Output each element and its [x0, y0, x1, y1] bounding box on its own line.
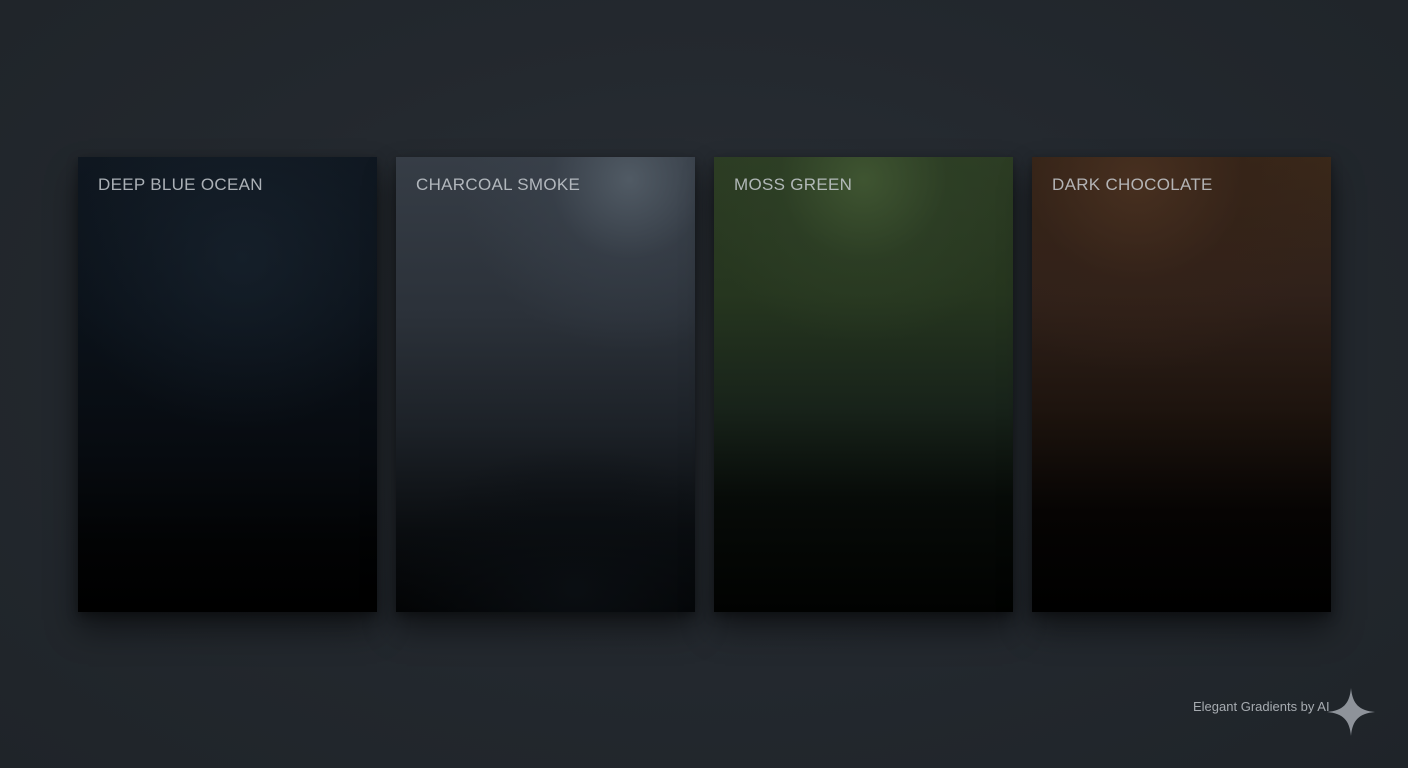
card-deep-blue-ocean: DEEP BLUE OCEAN	[78, 157, 377, 612]
sparkle-icon	[1325, 686, 1377, 738]
footer-caption: Elegant Gradients by AI	[1193, 699, 1330, 714]
card-label-deep-blue-ocean: DEEP BLUE OCEAN	[98, 175, 263, 194]
card-label-dark-chocolate: DARK CHOCOLATE	[1052, 175, 1213, 194]
card-moss-green: MOSS GREEN	[714, 157, 1013, 612]
card-label-moss-green: MOSS GREEN	[734, 175, 853, 194]
card-charcoal-smoke: CHARCOAL SMOKE	[396, 157, 695, 612]
card-dark-chocolate: DARK CHOCOLATE	[1032, 157, 1331, 612]
card-label-charcoal-smoke: CHARCOAL SMOKE	[416, 175, 581, 194]
gradient-card-grid: DEEP BLUE OCEAN CHARCOAL SMOKE MOSS GREE…	[78, 157, 1331, 612]
